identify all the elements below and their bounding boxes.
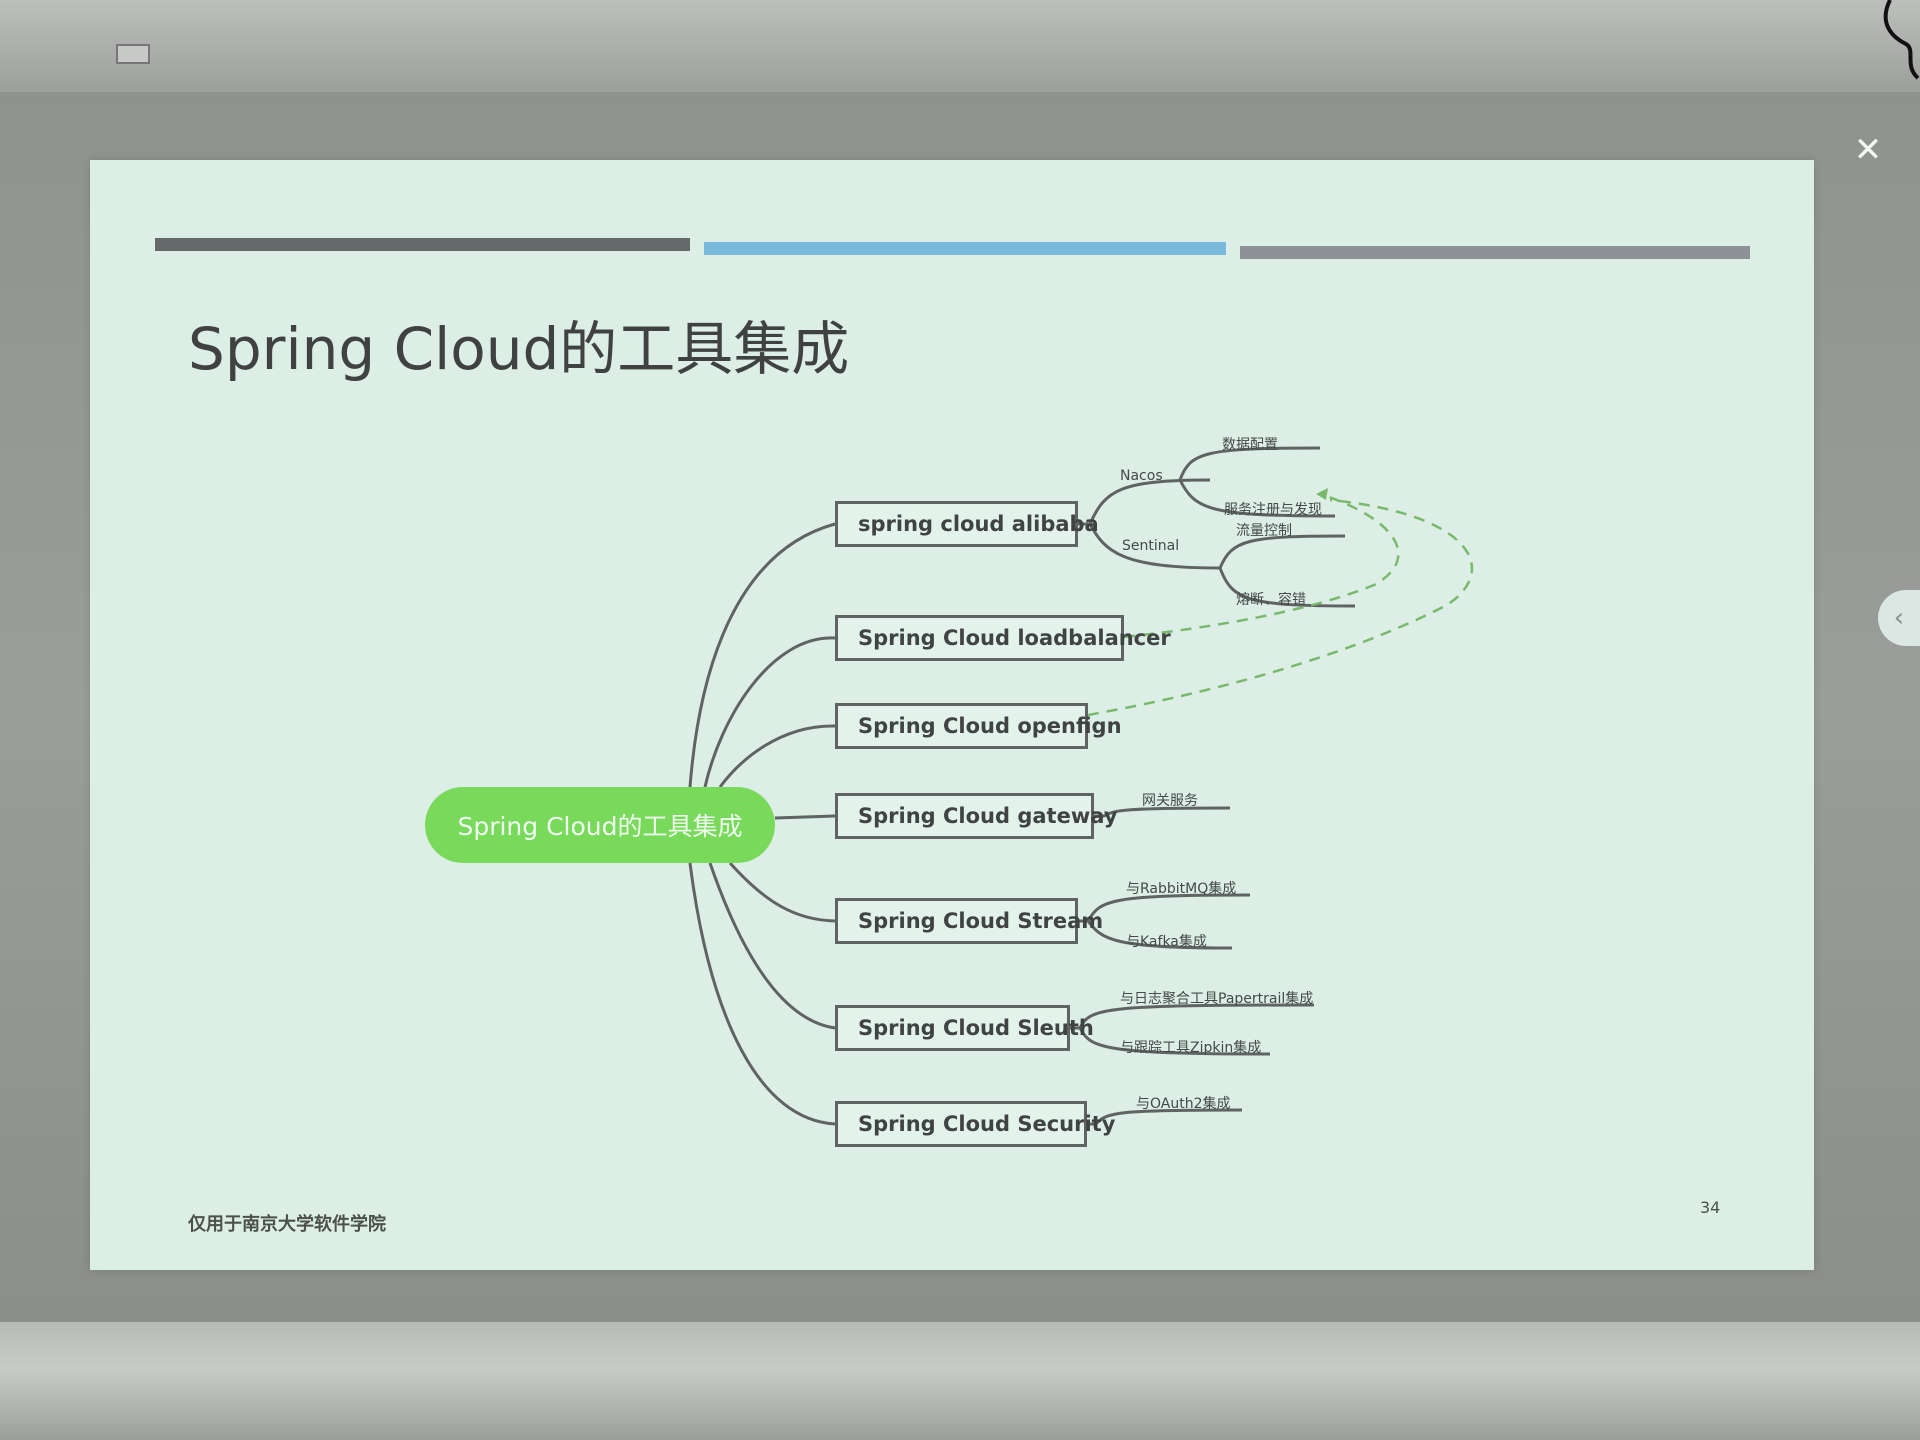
leaf-circuit-breaker: 熔断、容错 <box>1236 592 1306 608</box>
leaf-gateway-service: 网关服务 <box>1142 793 1198 809</box>
branch-spring-cloud-loadbalancer: Spring Cloud loadbalancer <box>835 615 1171 661</box>
page-number: 34 <box>1700 1198 1721 1217</box>
presentation-slide: Spring Cloud的工具集成 Spring Cloud的工具集成 spri… <box>90 160 1814 1270</box>
wall-plate <box>116 44 150 64</box>
branch-spring-cloud-alibaba: spring cloud alibaba <box>835 501 1099 547</box>
slide-footer: 仅用于南京大学软件学院 <box>188 1214 386 1235</box>
leaf-data-config: 数据配置 <box>1222 437 1278 453</box>
branch-spring-cloud-gateway: Spring Cloud gateway <box>835 793 1117 839</box>
leaf-service-registry: 服务注册与发现 <box>1224 502 1322 518</box>
leaf-nacos: Nacos <box>1120 468 1163 484</box>
leaf-flow-control: 流量控制 <box>1236 523 1292 539</box>
leaf-oauth2: 与OAuth2集成 <box>1136 1096 1231 1112</box>
close-icon[interactable]: ✕ <box>1852 133 1884 167</box>
leaf-rabbitmq: 与RabbitMQ集成 <box>1126 881 1237 897</box>
branch-spring-cloud-openfign: Spring Cloud openfign <box>835 703 1122 749</box>
leaf-kafka: 与Kafka集成 <box>1126 934 1207 950</box>
branch-spring-cloud-stream: Spring Cloud Stream <box>835 898 1103 944</box>
mindmap-root-node: Spring Cloud的工具集成 <box>425 787 775 863</box>
leaf-zipkin: 与跟踪工具Zipkin集成 <box>1120 1040 1262 1056</box>
leaf-sentinal: Sentinal <box>1122 538 1180 554</box>
screen-bottom-bar <box>0 1322 1920 1440</box>
branch-spring-cloud-sleuth: Spring Cloud Sleuth <box>835 1005 1094 1051</box>
branch-spring-cloud-security: Spring Cloud Security <box>835 1101 1115 1147</box>
cable-decoration <box>1883 0 1920 80</box>
leaf-papertrail: 与日志聚合工具Papertrail集成 <box>1120 991 1314 1007</box>
